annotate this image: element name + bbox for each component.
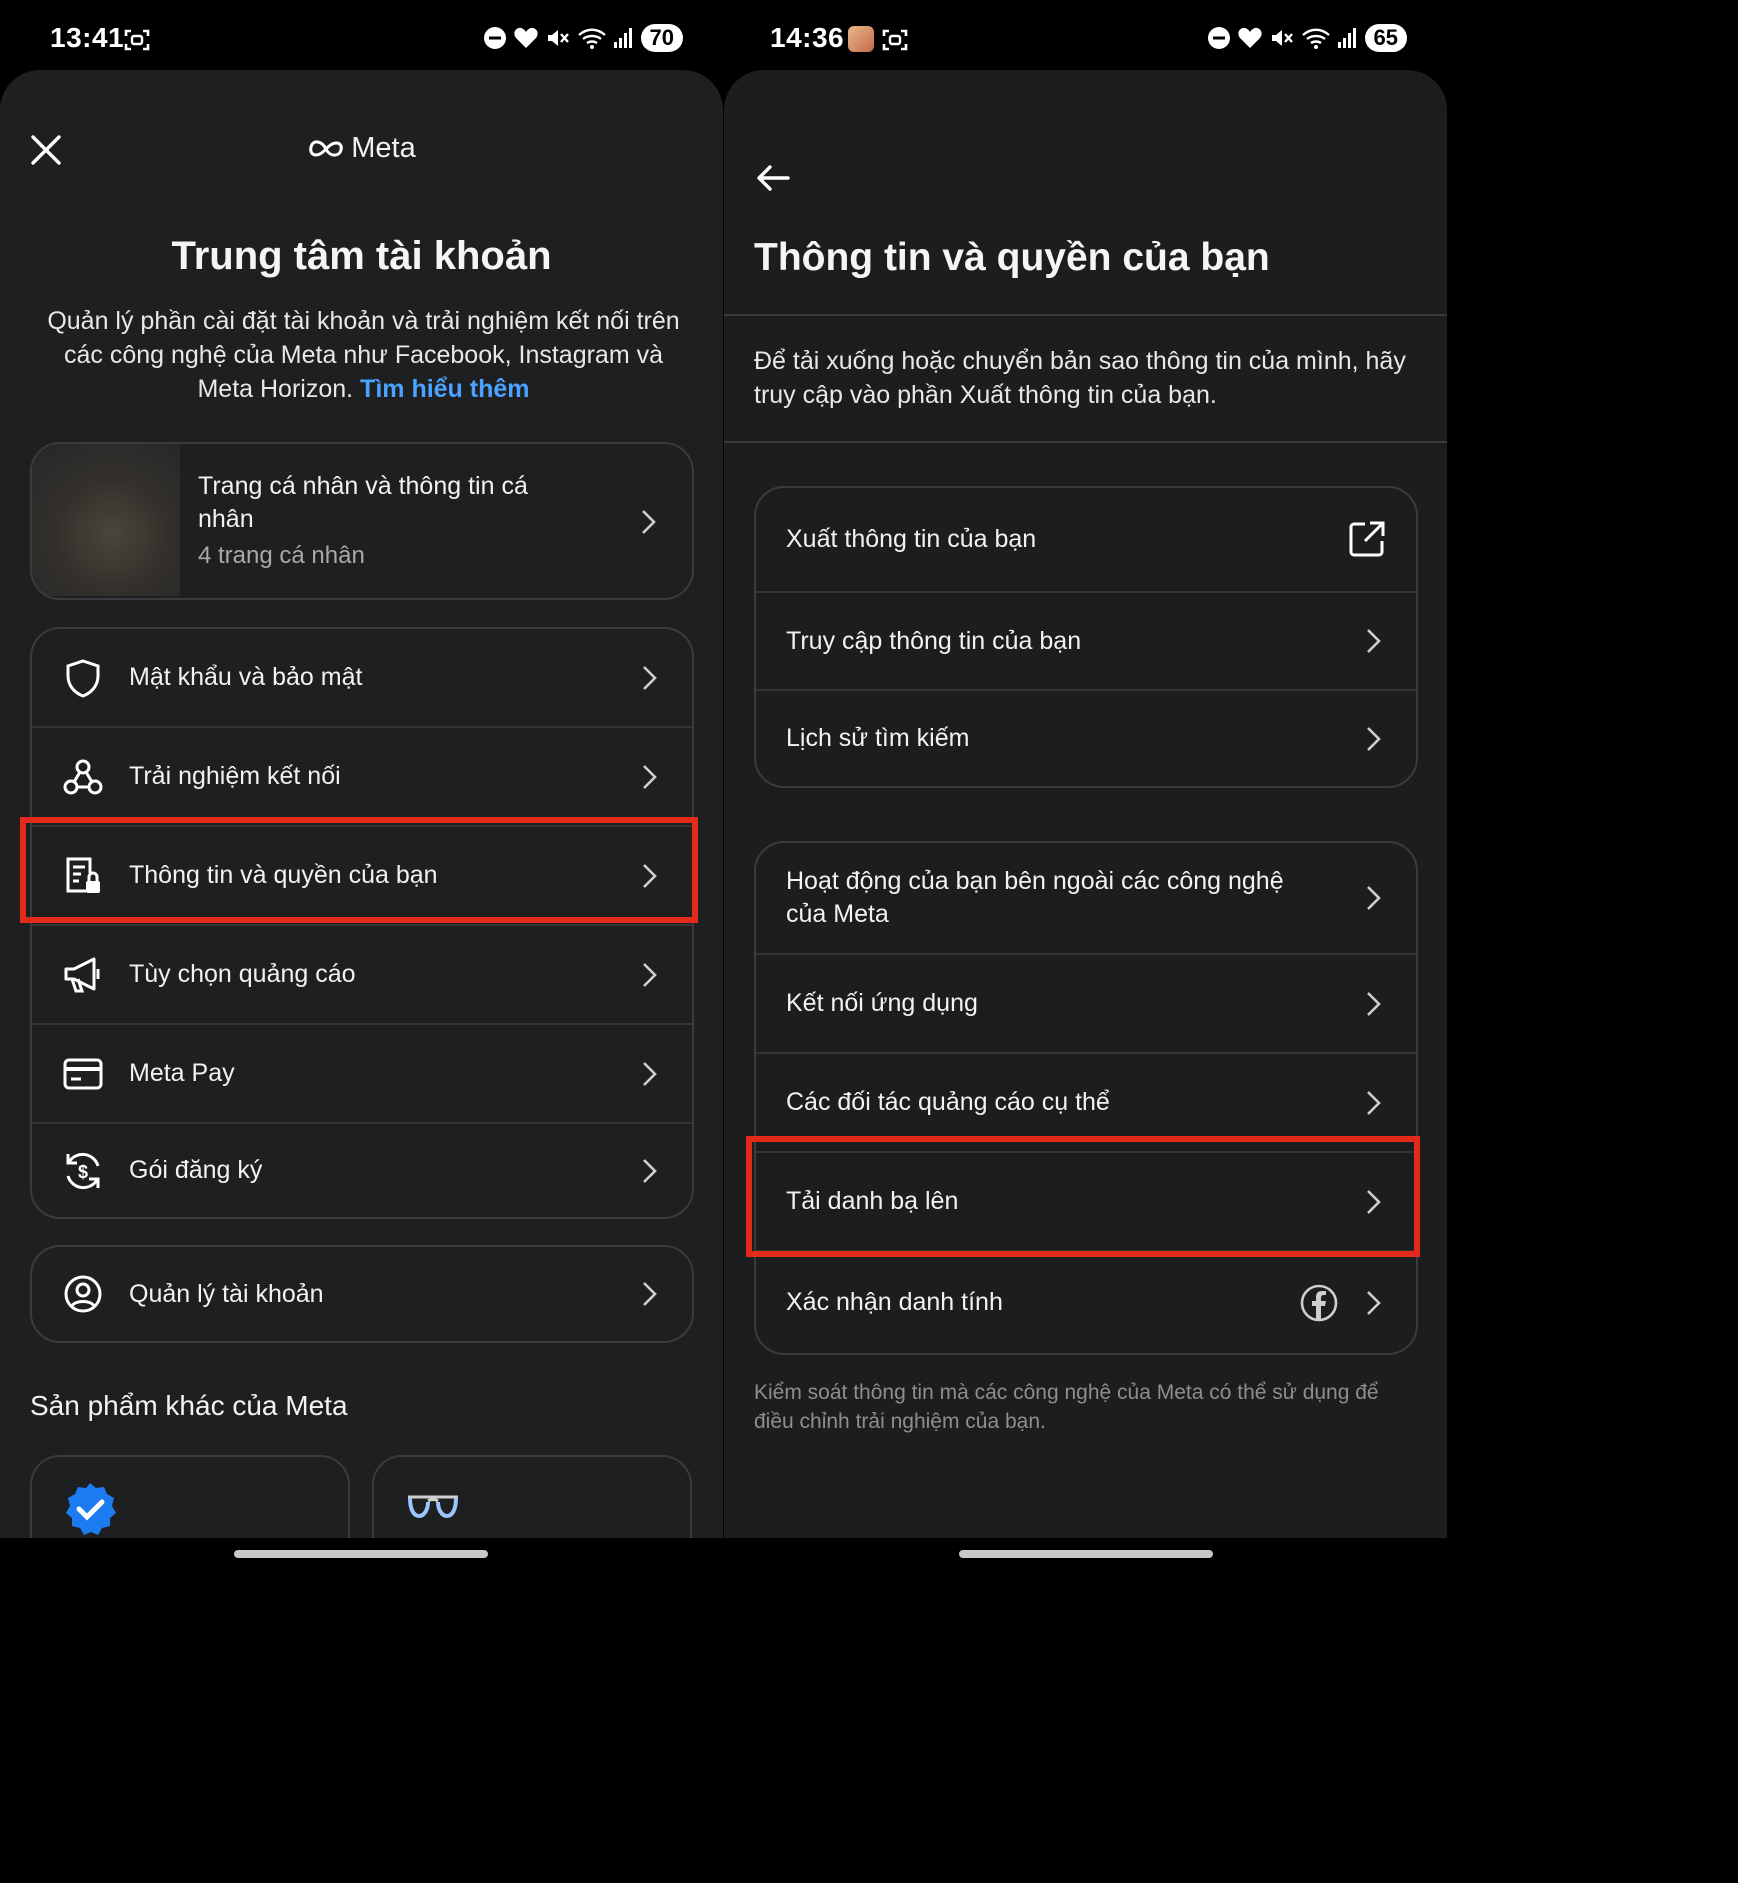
menu-item-label: Trải nghiệm kết nối (129, 762, 341, 790)
avatar (32, 444, 180, 596)
menu-item-search-history[interactable]: Lịch sử tìm kiếm (756, 691, 1416, 786)
heart-icon (1237, 27, 1262, 48)
dnd-icon (1207, 27, 1230, 49)
heart-icon (513, 27, 538, 48)
verified-badge-icon (66, 1483, 116, 1535)
meta-logo: Meta (0, 132, 723, 165)
menu-item-label: Xác nhận danh tính (786, 1288, 1003, 1316)
mute-icon (547, 30, 569, 46)
data-export-card: Xuất thông tin của bạn Truy cập thông ti… (754, 486, 1418, 788)
meta-infinity-icon (309, 140, 344, 157)
subscription-icon: $ (62, 1150, 104, 1192)
chevron-right-icon (643, 764, 657, 789)
chevron-right-icon (643, 1061, 657, 1086)
chevron-right-icon (642, 510, 656, 534)
chevron-right-icon (643, 1158, 657, 1183)
external-link-icon (1349, 521, 1385, 557)
chevron-right-icon (643, 665, 657, 690)
menu-item-ad-preferences[interactable]: Tùy chọn quảng cáo (32, 926, 692, 1023)
chevron-right-icon (1367, 886, 1381, 910)
menu-item-access-info[interactable]: Truy cập thông tin của bạn (756, 593, 1416, 689)
meta-logo-text: Meta (351, 132, 416, 164)
status-icons: 65 (1207, 24, 1407, 52)
screenshot-icon (882, 29, 908, 51)
highlight-box (20, 817, 698, 923)
status-time: 14:36 (770, 22, 845, 53)
menu-item-subscriptions[interactable]: $ Gói đăng ký (32, 1124, 692, 1217)
menu-item-export-info[interactable]: Xuất thông tin của bạn (756, 488, 1416, 591)
menu-item-label: Mật khẩu và bảo mật (129, 663, 363, 691)
screenshot-icon (124, 29, 150, 51)
status-bar: 14:36 65 (724, 0, 1447, 70)
profile-card-title: Trang cá nhân và thông tin cá nhân (198, 472, 528, 533)
home-indicator[interactable] (959, 1550, 1213, 1558)
shield-icon (62, 657, 104, 699)
menu-item-meta-pay[interactable]: Meta Pay (32, 1025, 692, 1122)
menu-item-off-meta-activity[interactable]: Hoạt động của bạn bên ngoài các công ngh… (756, 843, 1416, 953)
learn-more-link[interactable]: Tìm hiểu thêm (360, 375, 529, 403)
profile-card-subtitle: 4 trang cá nhân (198, 542, 365, 569)
page-description: Quản lý phần cài đặt tài khoản và trải n… (34, 304, 693, 406)
profile-card[interactable]: Trang cá nhân và thông tin cá nhân 4 tra… (30, 442, 694, 600)
status-bar: 13:41 70 (0, 0, 723, 70)
mute-icon (1271, 30, 1293, 46)
chevron-right-icon (1367, 1290, 1381, 1315)
wifi-icon (577, 28, 606, 49)
other-products-heading: Sản phẩm khác của Meta (30, 1390, 348, 1421)
menu-item-password-security[interactable]: Mật khẩu và bảo mật (32, 629, 692, 726)
card-icon (62, 1053, 104, 1095)
menu-item-label: Truy cập thông tin của bạn (786, 626, 1082, 655)
battery-level: 70 (640, 24, 683, 52)
chevron-right-icon (643, 1282, 657, 1306)
highlight-box (746, 1136, 1420, 1257)
page-title: Thông tin và quyền của bạn (754, 236, 1270, 279)
menu-item-label: Xuất thông tin của bạn (786, 525, 1037, 553)
back-arrow-icon[interactable] (756, 164, 790, 192)
battery-level: 65 (1364, 24, 1407, 52)
chevron-right-icon (1367, 1090, 1381, 1115)
menu-item-label: Lịch sử tìm kiếm (786, 724, 970, 752)
user-circle-icon (62, 1273, 104, 1315)
facebook-icon (1300, 1284, 1338, 1322)
menu-item-label: Gói đăng ký (129, 1156, 263, 1184)
app-notification-icon (848, 26, 874, 52)
page-title: Trung tâm tài khoản (171, 234, 552, 278)
info-permissions-sheet: Thông tin và quyền của bạn Để tải xuống … (724, 70, 1447, 1568)
connected-nodes-icon (62, 756, 104, 798)
chevron-right-icon (643, 962, 657, 987)
chevron-right-icon (1367, 991, 1381, 1016)
account-management-card[interactable]: Quản lý tài khoản (30, 1245, 694, 1343)
smart-glasses-icon (408, 1495, 458, 1519)
signal-icon (613, 28, 632, 48)
menu-item-app-connections[interactable]: Kết nối ứng dụng (756, 955, 1416, 1052)
page-description: Để tải xuống hoặc chuyển bản sao thông t… (754, 347, 1406, 409)
chevron-right-icon (1367, 629, 1381, 653)
settings-menu-card: Mật khẩu và bảo mật Trải nghiệm kết nối … (30, 627, 694, 1219)
svg-text:$: $ (78, 1162, 88, 1182)
privacy-controls-card: Hoạt động của bạn bên ngoài các công ngh… (754, 841, 1418, 1355)
left-screen: 13:41 70 Meta Trung tâm tài khoản Quản l… (0, 0, 723, 1568)
accounts-center-sheet: Meta Trung tâm tài khoản Quản lý phần cà… (0, 70, 723, 1568)
wifi-icon (1301, 28, 1330, 49)
status-icons: 70 (483, 24, 683, 52)
footer-note: Kiểm soát thông tin mà các công nghệ của… (754, 1381, 1379, 1433)
menu-item-label: Các đối tác quảng cáo cụ thể (786, 1088, 1110, 1116)
menu-item-label: Quản lý tài khoản (129, 1279, 324, 1308)
signal-icon (1337, 28, 1356, 48)
menu-item-identity-confirmation[interactable]: Xác nhận danh tính (756, 1252, 1416, 1353)
menu-item-label: Kết nối ứng dụng (786, 989, 978, 1017)
dnd-icon (483, 27, 506, 49)
menu-item-account-management[interactable]: Quản lý tài khoản (32, 1247, 692, 1341)
home-indicator[interactable] (234, 1550, 488, 1558)
right-screen: 14:36 65 Thông tin và quyền của bạn Để t… (724, 0, 1447, 1568)
menu-item-label: Hoạt động của bạn bên ngoài các công ngh… (786, 867, 1284, 928)
menu-item-label: Tùy chọn quảng cáo (129, 960, 356, 988)
status-time: 13:41 (50, 22, 125, 53)
chevron-right-icon (1367, 726, 1381, 751)
menu-item-label: Meta Pay (129, 1059, 235, 1087)
megaphone-icon (62, 954, 104, 996)
menu-item-connected-experiences[interactable]: Trải nghiệm kết nối (32, 728, 692, 825)
